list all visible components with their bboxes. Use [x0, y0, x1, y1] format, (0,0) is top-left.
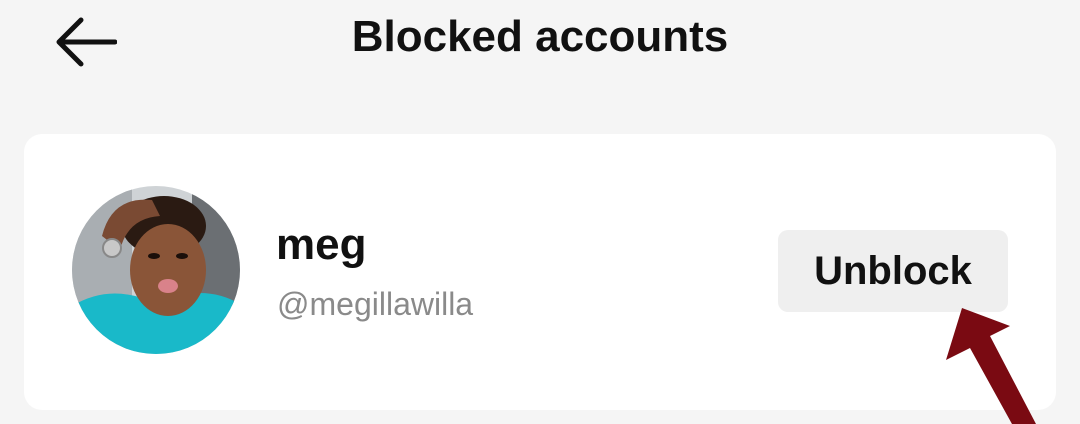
- top-bar: Blocked accounts: [0, 0, 1080, 80]
- display-name: meg: [276, 220, 367, 269]
- username-handle: @megillawilla: [277, 286, 474, 322]
- blocked-account-card: meg @megillawilla Unblock: [24, 134, 1056, 410]
- profile-photo: [72, 186, 240, 354]
- page-title: Blocked accounts: [351, 12, 729, 61]
- annotation-arrow-icon: [946, 308, 1036, 424]
- avatar[interactable]: [72, 186, 240, 354]
